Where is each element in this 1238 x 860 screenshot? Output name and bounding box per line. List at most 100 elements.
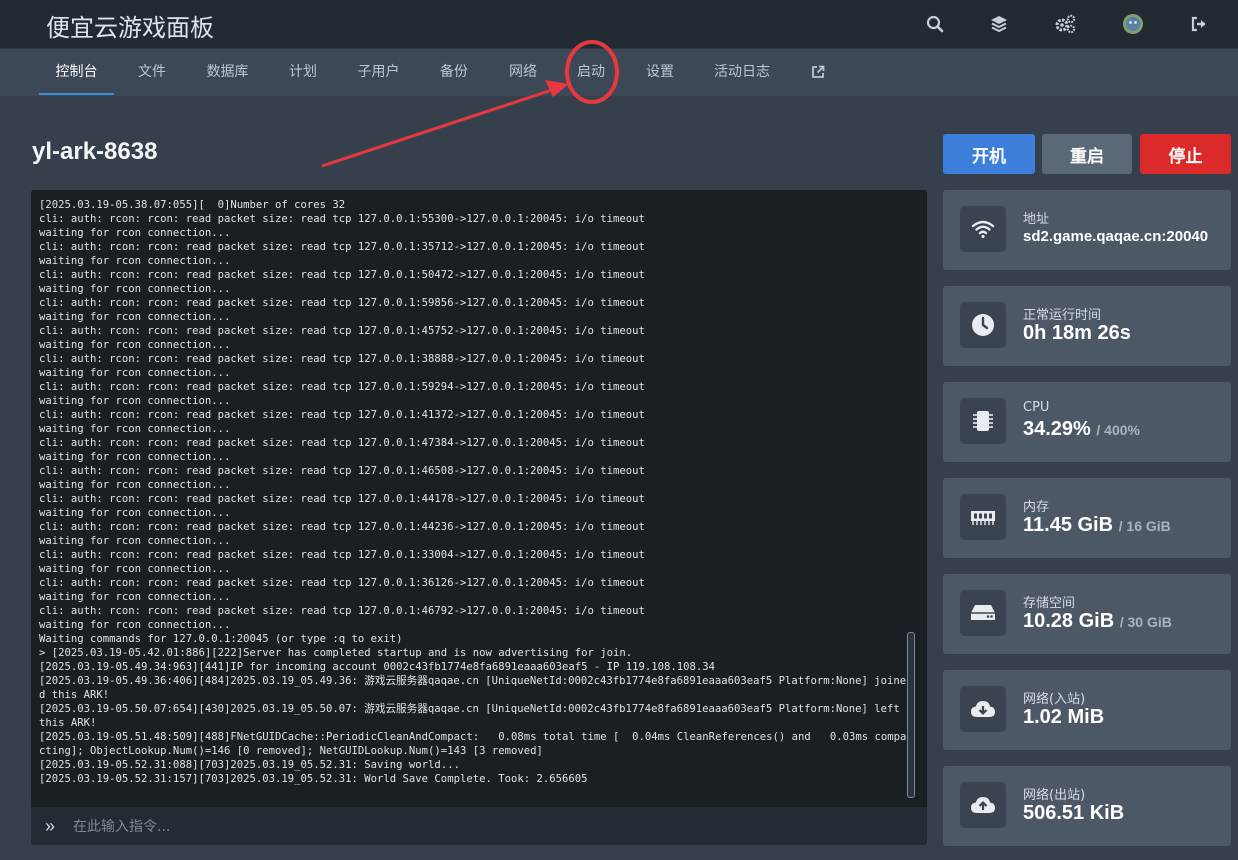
tab-network[interactable]: 网络 [501,49,545,95]
avatar[interactable] [1121,12,1145,36]
console-line: waiting for rcon connection... [39,619,231,631]
console-output[interactable]: [2025.03.19-05.38.07:055][ 0]Number of c… [31,190,927,807]
console-line: waiting for rcon connection... [39,535,231,547]
wifi-icon [960,206,1006,252]
console-line: [2025.03.19-05.51.48:509][488]FNetGUIDCa… [39,731,907,757]
start-button[interactable]: 开机 [943,134,1035,174]
brand-title[interactable]: 便宜云游戏面板 [46,8,214,43]
chevron-right-icon: » [45,816,56,836]
console-line: cli: auth: rcon: rcon: read packet size:… [39,409,645,421]
stat-value: 34.29% / 400% [1023,418,1140,441]
console-line: [2025.03.19-05.52.31:157][703]2025.03.19… [39,773,588,785]
console-line: waiting for rcon connection... [39,283,231,295]
top-header: 便宜云游戏面板 [0,0,1238,48]
console-log: [2025.03.19-05.38.07:055][ 0]Number of c… [39,198,909,786]
gears-icon[interactable] [1053,12,1077,36]
stat-card-memory: 内存 11.45 GiB / 16 GiB [943,478,1231,558]
stat-value: 10.28 GiB / 30 GiB [1023,610,1172,633]
console-line: waiting for rcon connection... [39,255,231,267]
stat-card-uptime: 正常运行时间 0h 18m 26s [943,286,1231,366]
layers-icon[interactable] [987,12,1011,36]
stat-card-network-in: 网络(入站) 1.02 MiB [943,670,1231,750]
stat-label: 正常运行时间 [1023,308,1102,323]
memory-icon [960,494,1006,540]
stat-value: 0h 18m 26s [1023,322,1131,344]
tab-databases[interactable]: 数据库 [200,49,255,95]
stat-value-limit: / 16 GiB [1118,518,1171,534]
console-line: cli: auth: rcon: rcon: read packet size:… [39,577,645,589]
stat-label: 地址 [1023,212,1050,227]
console-line: waiting for rcon connection... [39,395,231,407]
stat-label: 网络(出站) [1023,788,1086,803]
tab-schedules[interactable]: 计划 [281,49,325,95]
console-line: waiting for rcon connection... [39,563,231,575]
console-line: waiting for rcon connection... [39,451,231,463]
tab-console[interactable]: 控制台 [39,49,114,95]
console-line: cli: auth: rcon: rcon: read packet size:… [39,493,645,505]
console-line: [2025.03.19-05.49.36:406][484]2025.03.19… [39,675,907,701]
stat-card-storage: 存储空间 10.28 GiB / 30 GiB [943,574,1231,654]
console-line: waiting for rcon connection... [39,507,231,519]
tab-settings[interactable]: 设置 [638,49,682,95]
console-line: cli: auth: rcon: rcon: read packet size:… [39,297,645,309]
console-line: cli: auth: rcon: rcon: read packet size:… [39,465,645,477]
console-line: cli: auth: rcon: rcon: read packet size:… [39,269,645,281]
console-line: cli: auth: rcon: rcon: read packet size:… [39,213,645,225]
stat-label: 网络(入站) [1023,692,1086,707]
cloud-upload-icon [960,782,1006,828]
tab-activity-log[interactable]: 活动日志 [707,49,777,95]
console-line: waiting for rcon connection... [39,311,231,323]
annotation-arrow-line [321,88,553,168]
stat-label: 存储空间 [1023,596,1076,611]
console-line: [2025.03.19-05.38.07:055][ 0]Number of c… [39,199,346,211]
console-scrollbar[interactable] [907,632,915,798]
stat-value-main: 11.45 GiB [1023,514,1114,536]
stat-value[interactable]: sd2.game.qaqae.cn:20040 [1023,228,1208,245]
stat-value-main: 34.29% [1023,418,1091,440]
sign-out-icon[interactable] [1187,12,1211,36]
stat-label: 内存 [1023,500,1050,515]
restart-button[interactable]: 重启 [1042,134,1132,174]
tab-files[interactable]: 文件 [130,49,174,95]
server-nav: 控制台 文件 数据库 计划 子用户 备份 网络 启动 设置 活动日志 [0,48,1238,96]
cpu-icon [960,398,1006,444]
console-line: cli: auth: rcon: rcon: read packet size:… [39,549,645,561]
console-line: cli: auth: rcon: rcon: read packet size:… [39,605,645,617]
stat-value-limit: / 400% [1096,422,1140,438]
console-line: cli: auth: rcon: rcon: read packet size:… [39,521,645,533]
console-line: waiting for rcon connection... [39,479,231,491]
console-line: waiting for rcon connection... [39,339,231,351]
stat-card-address: 地址 sd2.game.qaqae.cn:20040 [943,190,1231,270]
command-bar: » [31,807,927,845]
console-line: waiting for rcon connection... [39,227,231,239]
console-line: waiting for rcon connection... [39,423,231,435]
stat-value-main: 10.28 GiB [1023,610,1115,632]
stat-value-limit: / 30 GiB [1119,614,1172,630]
tab-startup[interactable]: 启动 [569,49,613,95]
cloud-download-icon [960,686,1006,732]
console-line: waiting for rcon connection... [39,367,231,379]
stat-value: 506.51 KiB [1023,802,1125,824]
console-line: [2025.03.19-05.49.34:963][441]IP for inc… [39,661,716,673]
tab-subusers[interactable]: 子用户 [350,49,407,95]
hdd-icon [960,590,1006,636]
console-line: waiting for rcon connection... [39,591,231,603]
stat-label: CPU [1023,400,1050,415]
console-line: cli: auth: rcon: rcon: read packet size:… [39,241,645,253]
stat-value: 1.02 MiB [1023,706,1105,728]
console-line: cli: auth: rcon: rcon: read packet size:… [39,437,645,449]
console-line: cli: auth: rcon: rcon: read packet size:… [39,381,645,393]
stop-button[interactable]: 停止 [1140,134,1231,174]
console-line: [2025.03.19-05.52.31:088][703]2025.03.19… [39,759,460,771]
stat-value: 11.45 GiB / 16 GiB [1023,514,1171,537]
console-line: Waiting commands for 127.0.0.1:20045 (or… [39,633,403,645]
server-name: yl-ark-8638 [32,138,158,165]
external-link-icon[interactable] [806,49,830,95]
command-input[interactable] [71,813,915,841]
tab-backups[interactable]: 备份 [432,49,476,95]
console-line: > [2025.03.19-05.42.01:886][222]Server h… [39,647,633,659]
search-icon[interactable] [923,12,947,36]
console-line: cli: auth: rcon: rcon: read packet size:… [39,353,645,365]
console-line: [2025.03.19-05.50.07:654][430]2025.03.19… [39,703,907,729]
console-line: cli: auth: rcon: rcon: read packet size:… [39,325,645,337]
